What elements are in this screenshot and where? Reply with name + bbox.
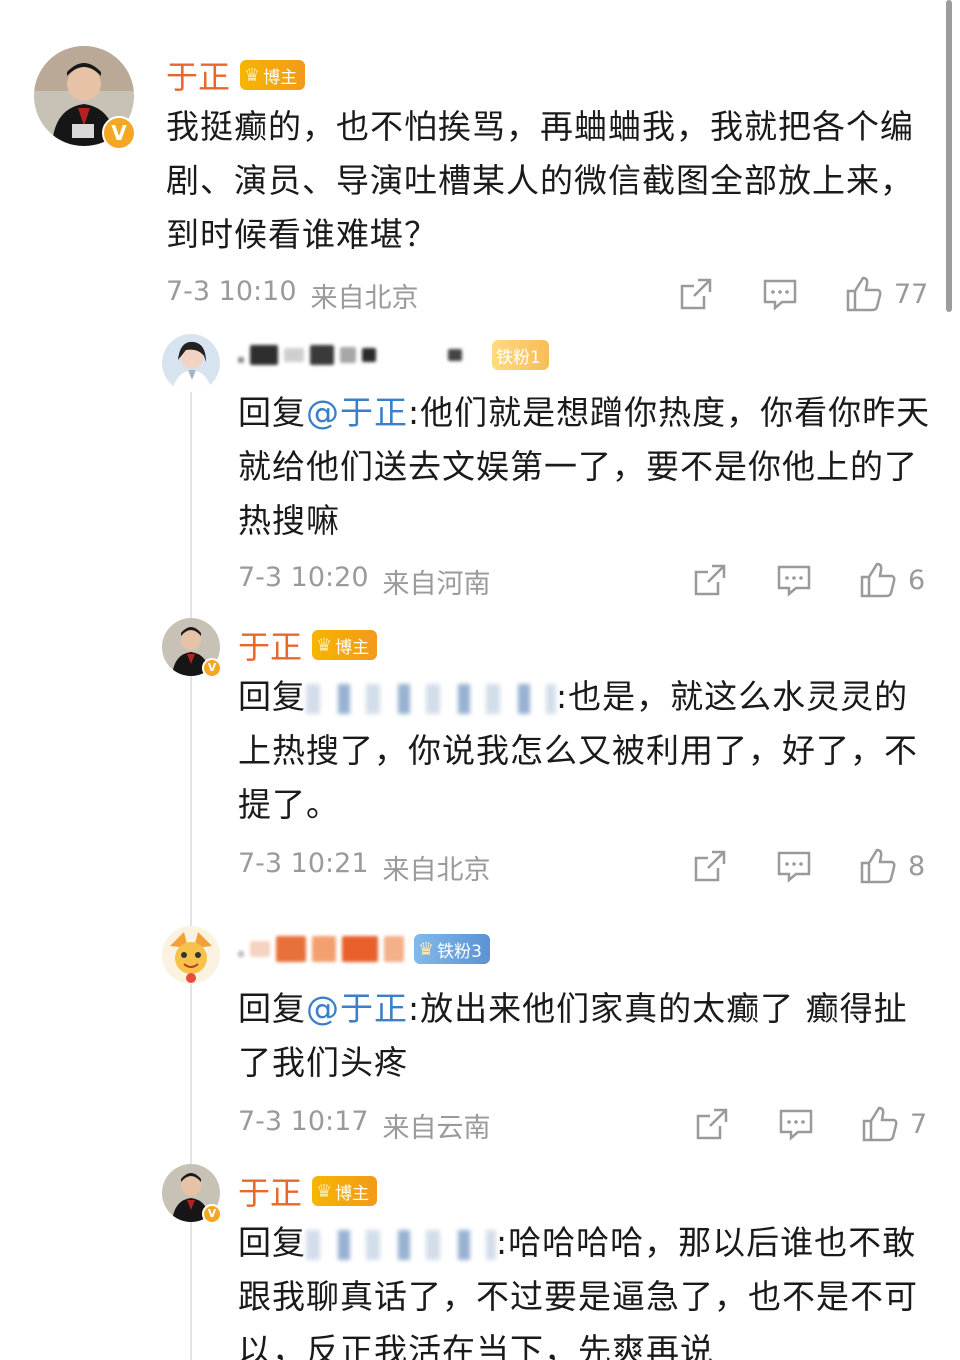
verified-icon: V	[202, 658, 222, 678]
like-icon	[862, 1106, 898, 1142]
reply-text: 回复:哈哈哈哈，那以后谁也不敢跟我聊真话了，不过要是逼急了，也不是不可以，反正我…	[238, 1223, 918, 1360]
reply-item: V 于正 ♛ 博主 回复:也是，就这么水灵灵的上热搜了，你说我怎么又被利用了，好了…	[0, 614, 960, 914]
host-badge: ♛ 博主	[312, 630, 378, 660]
action-bar: 77	[676, 274, 928, 314]
location: 来自北京	[310, 283, 419, 314]
author-name[interactable]: 于正	[238, 1168, 302, 1214]
mention-link[interactable]: @于正	[306, 393, 408, 432]
crown-icon: ♛	[316, 1180, 333, 1202]
reply-text: 回复@于正:他们就是想蹭你热度，你看你昨天就给他们送去文娱第一了，要不是你他上的…	[238, 393, 931, 540]
author-name[interactable]: 于正	[238, 622, 302, 668]
reply-meta: 7-3 10:21 来自北京	[238, 848, 491, 887]
like-count: 6	[908, 564, 926, 596]
share-icon[interactable]	[690, 560, 730, 600]
crown-icon: ♛	[316, 634, 333, 656]
author-name[interactable]: 于正	[166, 52, 230, 98]
comment-text: 我挺癫的，也不怕挨骂，再蛐蛐我，我就把各个编剧、演员、导演吐槽某人的微信截图全部…	[166, 107, 914, 254]
location: 来自北京	[382, 855, 491, 886]
author-row: 于正 ♛ 博主	[166, 52, 306, 98]
timestamp: 7-3 10:10	[166, 276, 297, 307]
author-row: ♛ 铁粉3	[238, 934, 490, 964]
host-badge: ♛ 博主	[240, 60, 306, 90]
action-bar: 6	[690, 560, 925, 600]
verified-icon: V	[202, 1204, 222, 1224]
timestamp: 7-3 10:21	[238, 848, 369, 879]
like-count: 7	[910, 1108, 928, 1140]
location: 来自河南	[382, 569, 491, 600]
timestamp: 7-3 10:20	[238, 562, 369, 593]
crown-icon: ♛	[244, 64, 261, 86]
comment-icon[interactable]	[774, 846, 814, 886]
reply-item: ♛ 铁粉3 回复@于正:放出来他们家真的太癫了 癫得扯了我们头疼 7-3 10:1…	[0, 922, 960, 1162]
author-row: 于正 ♛ 博主	[238, 1168, 378, 1214]
like-count: 77	[894, 278, 929, 310]
host-badge: ♛ 博主	[312, 1176, 378, 1206]
reply-item: 铁粉1 回复@于正:他们就是想蹭你热度，你看你昨天就给他们送去文娱第一了，要不是…	[0, 330, 960, 610]
main-comment: V 于正 ♛ 博主 我挺癫的，也不怕挨骂，再蛐蛐我，我就把各个编剧、演员、导演吐槽…	[0, 0, 960, 330]
like-icon	[860, 848, 896, 884]
mention-link-redacted[interactable]	[306, 683, 556, 714]
comment-icon[interactable]	[760, 274, 800, 314]
verified-icon: V	[102, 116, 136, 150]
avatar[interactable]	[162, 334, 220, 392]
fan-badge: ♛ 铁粉3	[414, 934, 490, 964]
like-button[interactable]: 6	[858, 560, 925, 600]
like-button[interactable]: 77	[844, 274, 928, 314]
comment-meta: 7-3 10:10 来自北京	[166, 276, 419, 315]
fan-badge: 铁粉1	[492, 340, 549, 370]
crown-icon: ♛	[418, 938, 435, 960]
comment-icon[interactable]	[776, 1104, 816, 1144]
action-bar: 7	[692, 1104, 927, 1144]
share-icon[interactable]	[692, 1104, 732, 1144]
like-icon	[846, 276, 882, 312]
mention-link-redacted[interactable]	[306, 1229, 496, 1260]
like-button[interactable]: 7	[860, 1104, 927, 1144]
share-icon[interactable]	[690, 846, 730, 886]
like-button[interactable]: 8	[858, 846, 925, 886]
like-icon	[860, 562, 896, 598]
reply-text: 回复:也是，就这么水灵灵的上热搜了，你说我怎么又被利用了，好了，不提了。	[238, 677, 918, 824]
reply-meta: 7-3 10:17 来自云南	[238, 1106, 491, 1145]
comment-icon[interactable]	[774, 560, 814, 600]
mention-link[interactable]: @于正	[306, 989, 408, 1028]
reply-item: V 于正 ♛ 博主 回复:哈哈哈哈，那以后谁也不敢跟我聊真话了，不过要是逼急了，也…	[0, 1160, 960, 1360]
location: 来自云南	[382, 1113, 491, 1144]
share-icon[interactable]	[676, 274, 716, 314]
action-bar: 8	[690, 846, 925, 886]
like-count: 8	[908, 850, 926, 882]
author-row: 于正 ♛ 博主	[238, 622, 378, 668]
author-name-redacted[interactable]	[238, 934, 404, 964]
author-row: 铁粉1	[238, 340, 549, 370]
avatar[interactable]	[162, 926, 220, 984]
timestamp: 7-3 10:17	[238, 1106, 369, 1137]
reply-meta: 7-3 10:20 来自河南	[238, 562, 491, 601]
reply-text: 回复@于正:放出来他们家真的太癫了 癫得扯了我们头疼	[238, 989, 908, 1082]
author-name-redacted[interactable]	[238, 340, 462, 370]
